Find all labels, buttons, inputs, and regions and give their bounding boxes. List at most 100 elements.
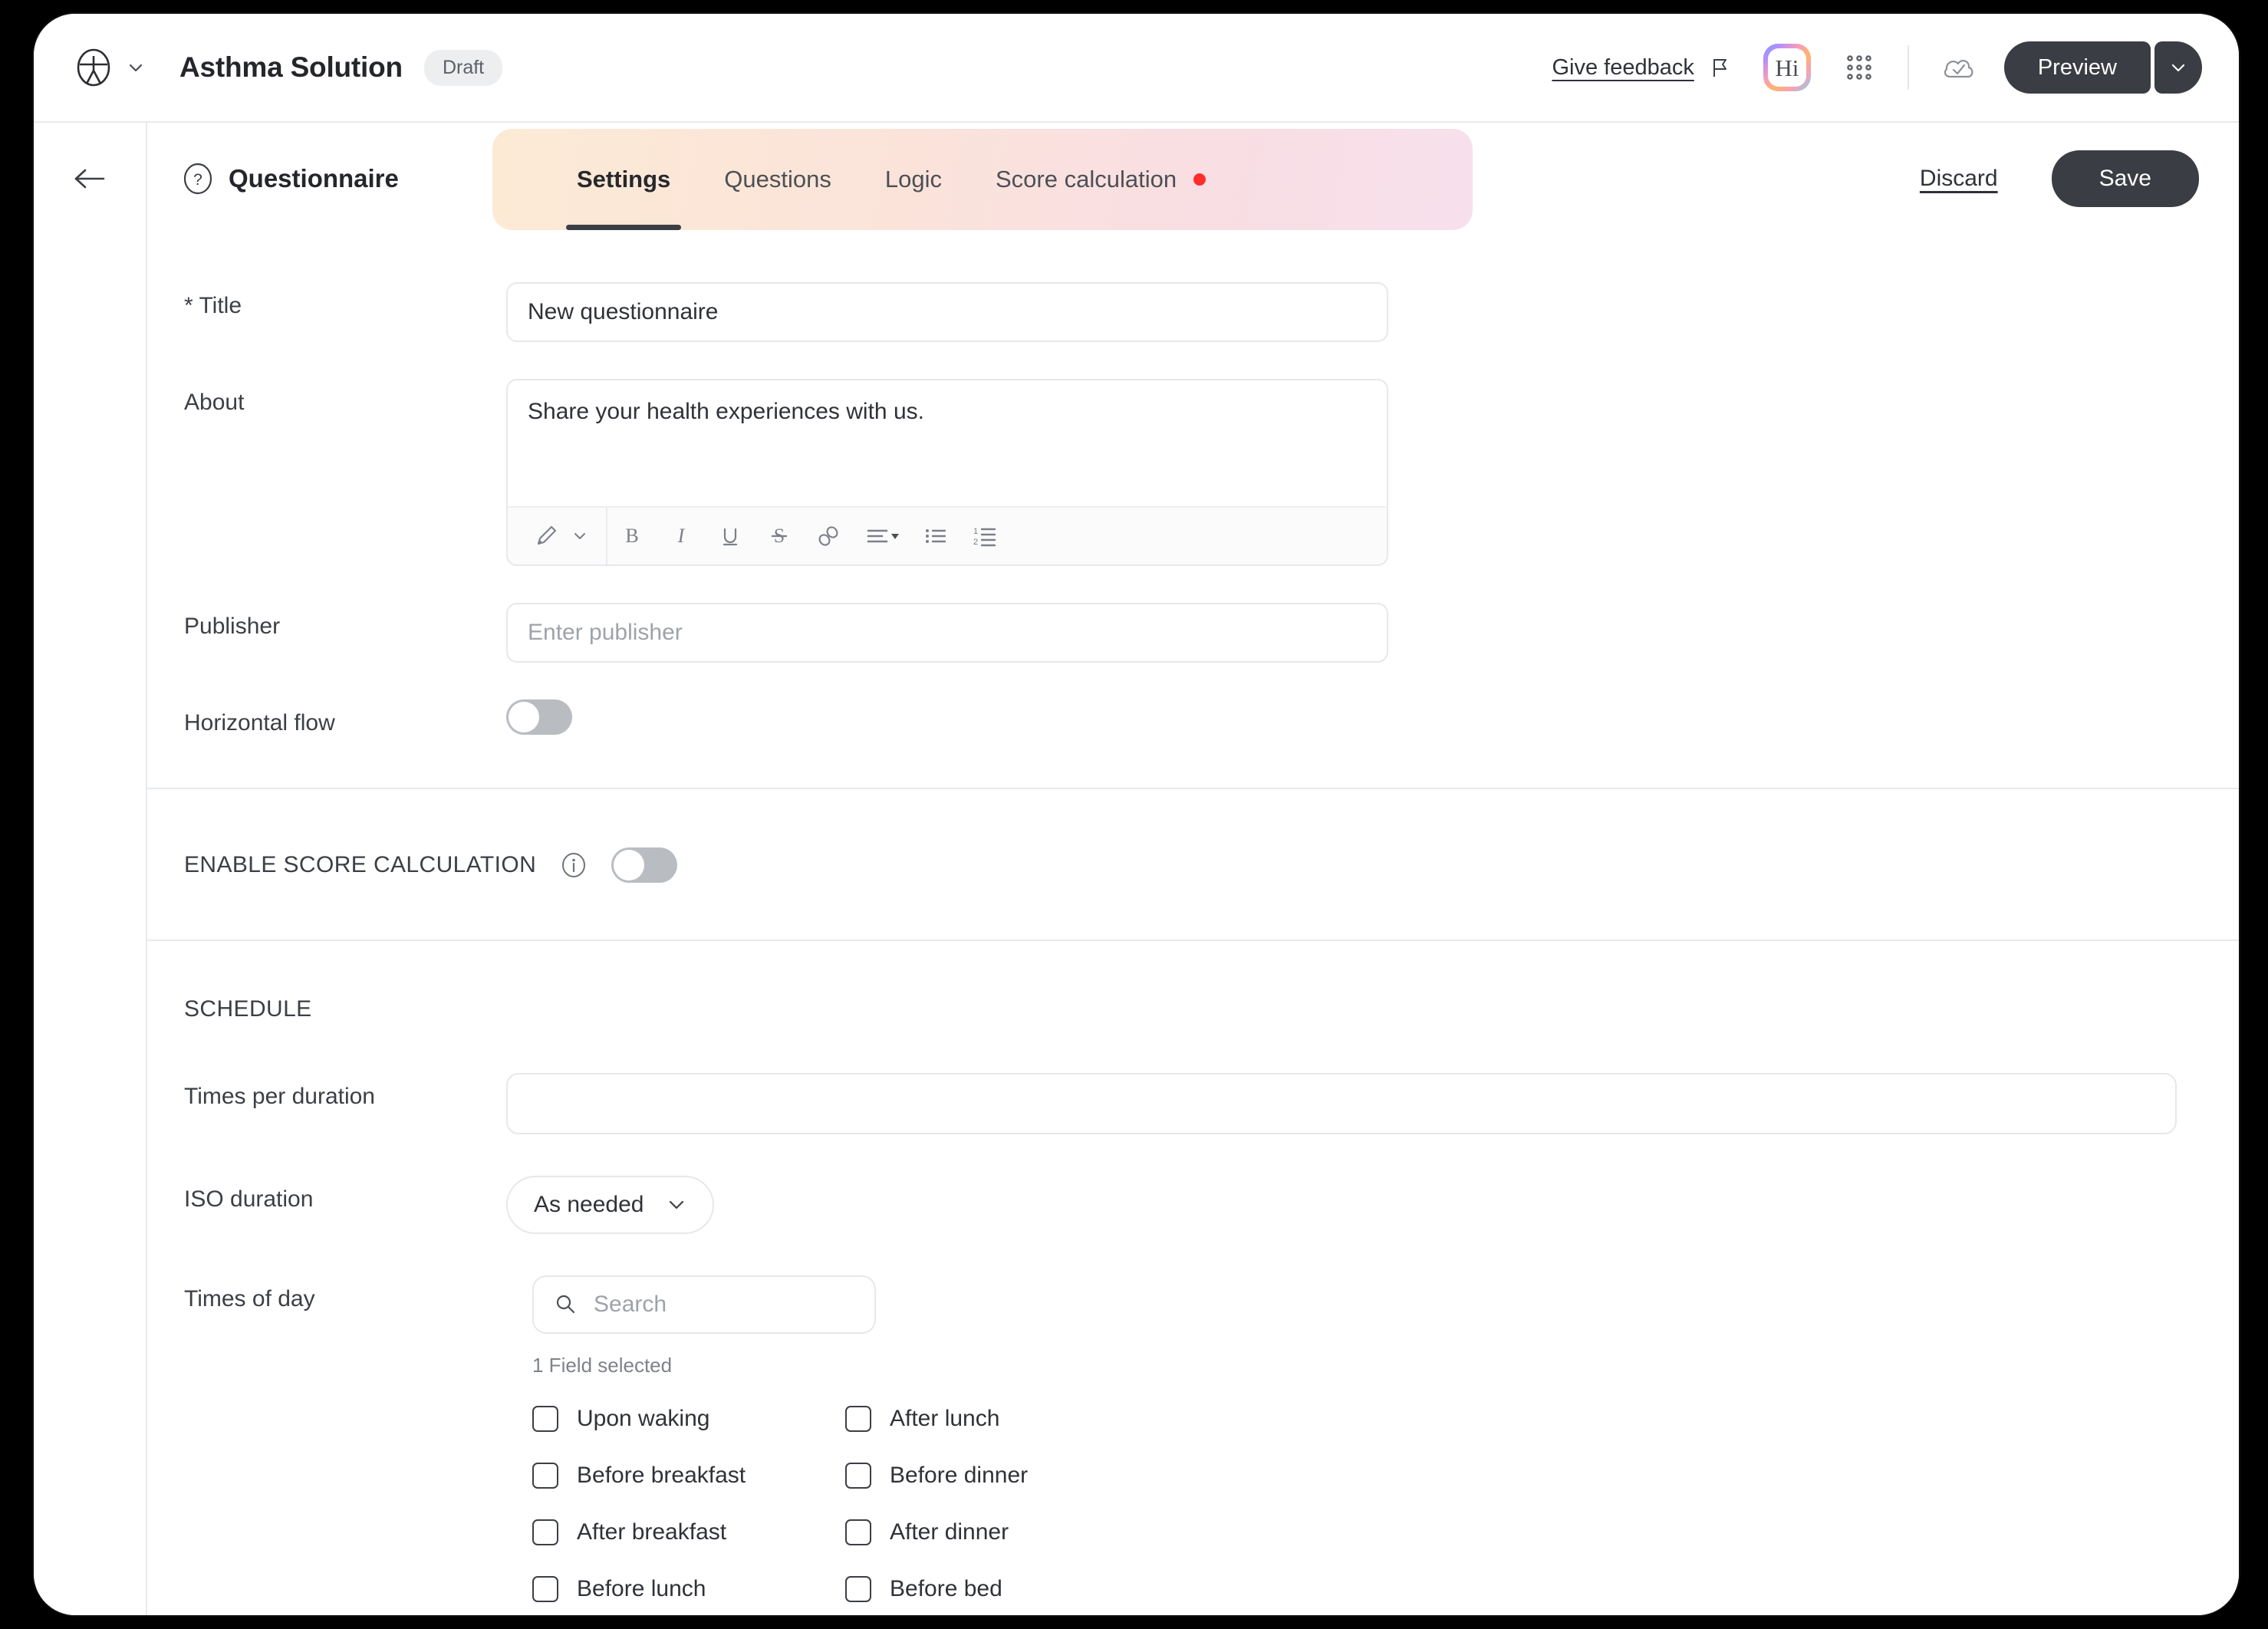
about-field-wrap: Share your health experiences with us. B… bbox=[506, 379, 2239, 566]
pencil-icon bbox=[537, 525, 557, 545]
checkbox-box bbox=[532, 1406, 558, 1432]
title-field-wrap bbox=[506, 282, 2239, 342]
about-editor-body[interactable]: Share your health experiences with us. bbox=[508, 380, 1387, 506]
times-per-duration-field-wrap bbox=[506, 1073, 2239, 1134]
editor-style-selector[interactable] bbox=[518, 508, 607, 564]
checkbox-upon-waking[interactable]: Upon waking bbox=[532, 1397, 845, 1440]
schedule-heading: SCHEDULE bbox=[184, 996, 312, 1022]
editor-toolbar: B I S 1 2 bbox=[508, 506, 1387, 564]
enable-score-calculation-row: ENABLE SCORE CALCULATION bbox=[147, 847, 2239, 883]
chevron-down-icon bbox=[670, 1200, 684, 1209]
flag-icon[interactable] bbox=[1708, 56, 1731, 79]
horizontal-flow-row: Horizontal flow bbox=[147, 699, 2239, 788]
checkbox-box bbox=[845, 1463, 871, 1489]
underline-button[interactable] bbox=[706, 508, 755, 564]
align-icon bbox=[867, 529, 899, 543]
about-row: About Share your health experiences with… bbox=[147, 379, 2239, 566]
horizontal-flow-label: Horizontal flow bbox=[184, 710, 335, 736]
checkbox-box bbox=[845, 1576, 871, 1602]
publisher-row: Publisher bbox=[147, 603, 2239, 663]
tab-score-calculation[interactable]: Score calculation bbox=[996, 129, 1206, 230]
save-button[interactable]: Save bbox=[2051, 150, 2199, 207]
hi-badge-label: Hi bbox=[1767, 48, 1806, 87]
top-header: Asthma Solution Draft Give feedback Hi P… bbox=[34, 14, 2239, 121]
enable-score-calculation-toggle[interactable] bbox=[611, 847, 678, 883]
numbered-list-icon: 1 2 bbox=[973, 527, 996, 547]
chevron-down-icon bbox=[129, 64, 143, 72]
bold-icon: B bbox=[625, 525, 638, 547]
sub-header-main: ? Questionnaire Settings Questions Logic… bbox=[147, 123, 2239, 235]
checkbox-before-lunch[interactable]: Before lunch bbox=[532, 1568, 845, 1611]
publisher-label: Publisher bbox=[184, 614, 281, 639]
workspace-logo-button[interactable] bbox=[74, 48, 146, 87]
checkbox-after-breakfast[interactable]: After breakfast bbox=[532, 1511, 845, 1554]
checkbox-label: Before bed bbox=[890, 1576, 1002, 1601]
checkbox-before-dinner[interactable]: Before dinner bbox=[845, 1454, 1158, 1497]
sub-header-actions: Discard Save bbox=[1920, 150, 2239, 207]
status-badge: Draft bbox=[423, 49, 503, 86]
discard-button[interactable]: Discard bbox=[1920, 166, 1998, 192]
app-title: Asthma Solution bbox=[179, 51, 403, 83]
svg-text:?: ? bbox=[193, 171, 202, 189]
left-rail bbox=[34, 235, 147, 1615]
give-feedback-link[interactable]: Give feedback bbox=[1552, 55, 1694, 81]
preview-dropdown-button[interactable] bbox=[2154, 41, 2202, 94]
back-button[interactable] bbox=[34, 123, 147, 235]
link-button[interactable] bbox=[804, 508, 853, 564]
svg-text:I: I bbox=[677, 525, 686, 547]
bullet-list-icon bbox=[926, 529, 946, 543]
align-button[interactable] bbox=[853, 508, 911, 564]
horizontal-flow-toggle[interactable] bbox=[506, 699, 572, 735]
italic-button[interactable]: I bbox=[657, 508, 706, 564]
publisher-field-wrap bbox=[506, 603, 2239, 663]
checkbox-before-bed[interactable]: Before bed bbox=[845, 1568, 1158, 1611]
checkbox-before-breakfast[interactable]: Before breakfast bbox=[532, 1454, 845, 1497]
questionnaire-section-chip: ? Questionnaire bbox=[181, 162, 399, 196]
apps-grid-icon[interactable] bbox=[1842, 50, 1877, 85]
header-right-group: Give feedback Hi Preview bbox=[1552, 41, 2202, 94]
general-section: * Title About Share your health experien… bbox=[147, 235, 2239, 788]
questionnaire-section-label: Questionnaire bbox=[229, 164, 399, 193]
about-label: About bbox=[184, 390, 245, 415]
svg-text:2: 2 bbox=[973, 538, 978, 547]
times-per-duration-input[interactable] bbox=[506, 1073, 2177, 1134]
score-calculation-section: ENABLE SCORE CALCULATION bbox=[147, 789, 2239, 940]
underline-icon bbox=[723, 528, 738, 546]
chevron-down-icon bbox=[2171, 64, 2185, 72]
checkbox-after-lunch[interactable]: After lunch bbox=[845, 1397, 1158, 1440]
strikethrough-button[interactable]: S bbox=[755, 508, 804, 564]
tab-bar: Settings Questions Logic Score calculati… bbox=[492, 129, 1473, 230]
numbered-list-button[interactable]: 1 2 bbox=[960, 508, 1009, 564]
title-input[interactable] bbox=[506, 282, 1388, 342]
checkbox-box bbox=[845, 1406, 871, 1432]
checkbox-label: Before dinner bbox=[890, 1463, 1029, 1488]
toggle-knob bbox=[509, 702, 539, 732]
iso-duration-field-wrap: As needed bbox=[506, 1176, 2239, 1234]
tab-settings[interactable]: Settings bbox=[565, 129, 682, 230]
tab-logic[interactable]: Logic bbox=[885, 129, 942, 230]
hi-assistant-button[interactable]: Hi bbox=[1763, 44, 1811, 91]
iso-duration-select[interactable]: As needed bbox=[506, 1176, 715, 1234]
checkbox-box bbox=[532, 1576, 558, 1602]
title-label: * Title bbox=[184, 293, 242, 318]
checkbox-after-dinner[interactable]: After dinner bbox=[845, 1511, 1158, 1554]
enable-score-calculation-label: ENABLE SCORE CALCULATION bbox=[184, 852, 537, 877]
times-of-day-search[interactable]: Search bbox=[532, 1275, 876, 1334]
checkbox-box bbox=[845, 1519, 871, 1545]
times-of-day-row: Times of day Search 1 Field selected Upo… bbox=[147, 1275, 2239, 1611]
checkbox-box bbox=[532, 1519, 558, 1545]
preview-button[interactable]: Preview bbox=[2003, 41, 2151, 94]
times-per-duration-label: Times per duration bbox=[184, 1084, 375, 1109]
schedule-section: SCHEDULE Times per duration ISO duration… bbox=[147, 941, 2239, 1611]
selected-count-text: 1 Field selected bbox=[532, 1354, 673, 1377]
chevron-down-icon bbox=[574, 533, 585, 539]
checkbox-label: After lunch bbox=[890, 1406, 1000, 1431]
link-icon bbox=[818, 526, 838, 546]
info-icon[interactable] bbox=[559, 851, 588, 880]
tab-questions[interactable]: Questions bbox=[724, 129, 831, 230]
publisher-input[interactable] bbox=[506, 603, 1388, 663]
settings-content: * Title About Share your health experien… bbox=[147, 235, 2239, 1615]
bullet-list-button[interactable] bbox=[911, 508, 960, 564]
cloud-check-icon bbox=[1944, 60, 1973, 78]
bold-button[interactable]: B bbox=[607, 508, 657, 564]
